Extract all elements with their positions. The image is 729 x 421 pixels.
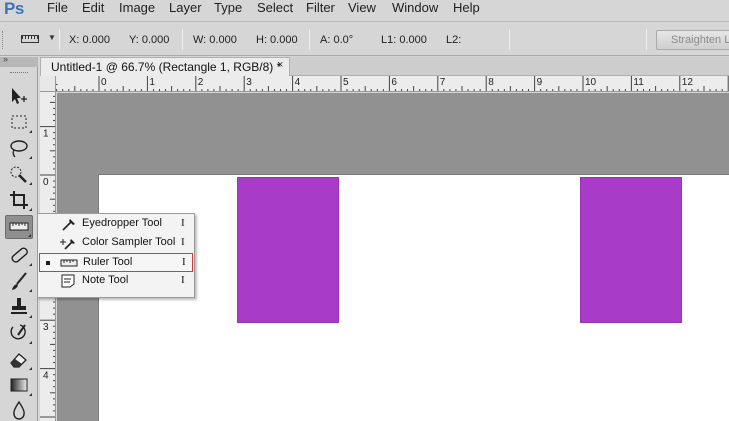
tools-panel-header[interactable]: » xyxy=(0,54,38,67)
marquee-tool[interactable] xyxy=(5,110,33,134)
ruler-label: 12 xyxy=(682,77,694,88)
document-tab-title: Untitled-1 @ 66.7% (Rectangle 1, RGB/8) … xyxy=(51,60,282,74)
divider xyxy=(309,29,310,50)
move-icon xyxy=(12,88,27,104)
options-bar: ▼ X: 0.000 Y: 0.000 W: 0.000 H: 0.000 A:… xyxy=(0,21,729,56)
drop-icon xyxy=(13,400,25,420)
l2-readout: L2: xyxy=(446,34,462,46)
healing-brush-tool[interactable] xyxy=(5,243,33,267)
clone-stamp-tool[interactable] xyxy=(5,295,33,319)
menu-bar: Ps File Edit Image Layer Type Select Fil… xyxy=(0,0,729,20)
shortcut-key: I xyxy=(181,274,185,286)
divider xyxy=(59,29,60,50)
straighten-layer-button[interactable]: Straighten La xyxy=(656,30,729,50)
tab-strip xyxy=(290,57,729,76)
lasso-tool[interactable] xyxy=(5,136,33,160)
color-sampler-icon xyxy=(60,239,75,250)
tools-panel: » xyxy=(0,54,38,421)
menu-help[interactable]: Help xyxy=(453,0,480,20)
purple-rectangle[interactable] xyxy=(580,177,682,323)
menu-layer[interactable]: Layer xyxy=(169,0,202,20)
chevron-down-icon: ▼ xyxy=(48,33,56,42)
menu-filter[interactable]: Filter xyxy=(306,0,335,20)
ruler-tool[interactable] xyxy=(5,215,33,239)
crop-tool[interactable] xyxy=(5,188,33,212)
ruler-label: 3 xyxy=(246,77,252,88)
ruler-origin[interactable] xyxy=(40,76,56,92)
brush-tool[interactable] xyxy=(5,269,33,293)
flyout-item-eyedropper[interactable]: Eyedropper Tool I xyxy=(39,215,193,234)
ruler-label: 4 xyxy=(43,371,49,382)
ruler-label: 0 xyxy=(43,177,49,188)
ruler-label: 9 xyxy=(537,77,543,88)
tool-preset-picker[interactable]: ▼ xyxy=(16,29,60,49)
ruler-label: 8 xyxy=(488,77,494,88)
blur-tool[interactable] xyxy=(5,399,33,421)
ruler-label: 6 xyxy=(391,77,397,88)
photoshop-logo: Ps xyxy=(4,0,24,18)
options-bar-grip[interactable] xyxy=(2,31,4,49)
gradient-tool[interactable] xyxy=(5,373,33,397)
ruler-label: 4 xyxy=(295,77,301,88)
menu-select[interactable]: Select xyxy=(257,0,293,20)
menu-window[interactable]: Window xyxy=(392,0,438,20)
document-tab[interactable]: Untitled-1 @ 66.7% (Rectangle 1, RGB/8) … xyxy=(40,57,290,76)
horizontal-ruler[interactable]: 10123456789101112 xyxy=(56,76,729,92)
menu-view[interactable]: View xyxy=(348,0,376,20)
angle-readout: A: 0.0° xyxy=(320,34,354,46)
quick-selection-tool[interactable] xyxy=(5,162,33,186)
eyedropper-icon xyxy=(62,219,75,231)
ruler-label: 5 xyxy=(343,77,349,88)
flyout-item-label: Ruler Tool xyxy=(83,256,133,268)
ruler-icon xyxy=(21,35,39,43)
divider xyxy=(509,29,510,50)
flyout-item-label: Note Tool xyxy=(82,274,129,286)
l1-readout: L1: 0.000 xyxy=(381,34,427,46)
flyout-item-ruler[interactable]: Ruler Tool I xyxy=(39,253,193,272)
flyout-item-color-sampler[interactable]: Color Sampler Tool I xyxy=(39,234,193,253)
ruler-label: 3 xyxy=(43,322,49,333)
flyout-item-label: Eyedropper Tool xyxy=(82,217,162,229)
h-readout: H: 0.000 xyxy=(256,34,298,46)
menu-type[interactable]: Type xyxy=(214,0,242,20)
ruler-label: 1 xyxy=(149,77,155,88)
shortcut-key: I xyxy=(181,217,185,229)
move-tool[interactable] xyxy=(5,84,33,108)
ruler-label: 7 xyxy=(440,77,446,88)
history-brush-tool[interactable] xyxy=(5,321,33,345)
ruler-label: 2 xyxy=(198,77,204,88)
x-readout: X: 0.000 xyxy=(69,34,110,46)
menu-edit[interactable]: Edit xyxy=(82,0,104,20)
shortcut-key: I xyxy=(181,236,185,248)
w-readout: W: 0.000 xyxy=(193,34,237,46)
tool-flyout-menu: Eyedropper Tool I Color Sampler Tool I R… xyxy=(37,213,195,298)
ruler-label: 0 xyxy=(101,77,107,88)
close-icon[interactable]: × xyxy=(277,59,283,71)
flyout-item-label: Color Sampler Tool xyxy=(82,236,176,248)
divider xyxy=(182,29,183,50)
eraser-tool[interactable] xyxy=(5,347,33,371)
ruler-label: 10 xyxy=(585,77,597,88)
menu-image[interactable]: Image xyxy=(119,0,155,20)
note-icon xyxy=(61,274,75,288)
panel-grip[interactable] xyxy=(10,72,28,74)
document-canvas[interactable] xyxy=(99,175,729,421)
menu-file[interactable]: File xyxy=(47,0,68,20)
collapse-icon[interactable]: » xyxy=(3,54,8,64)
flyout-item-note[interactable]: Note Tool I xyxy=(39,272,193,291)
ruler-label: 11 xyxy=(633,77,644,88)
horizontal-ruler-ticks: 10123456789101112 xyxy=(56,76,729,91)
ruler-icon xyxy=(60,259,78,267)
ruler-label: 1 xyxy=(43,129,49,140)
y-readout: Y: 0.000 xyxy=(129,34,170,46)
divider xyxy=(646,29,647,50)
shortcut-key: I xyxy=(182,256,186,268)
purple-rectangle[interactable] xyxy=(237,177,339,323)
selected-bullet-icon xyxy=(46,261,50,265)
ruler-label: 1 xyxy=(56,77,59,88)
